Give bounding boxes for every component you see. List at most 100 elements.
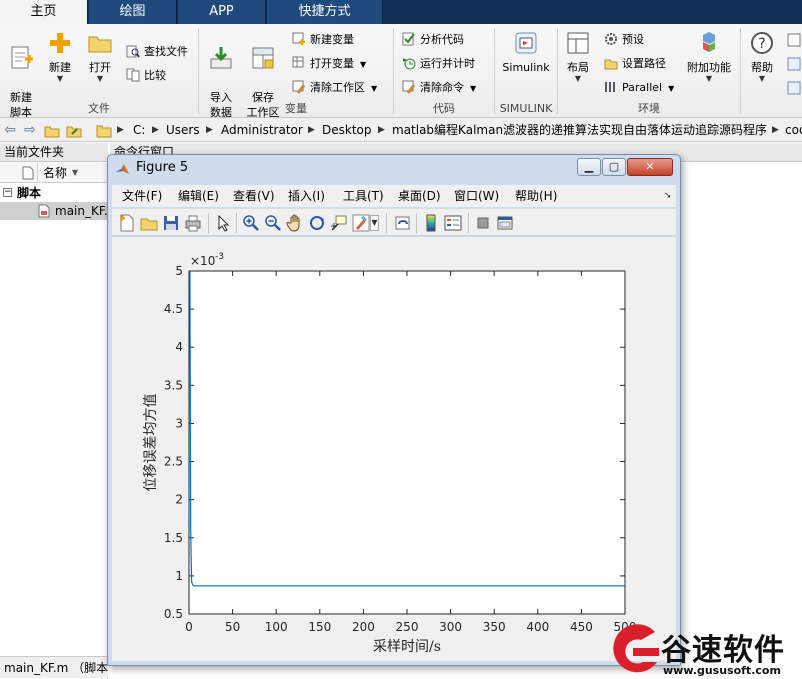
plot-svg[interactable]: 0 50 100 150 200 250 300 350 400 450 5000.511.522.… — [112, 237, 676, 661]
set-path-button[interactable]: 设置路径 — [604, 54, 666, 74]
forward-arrow-icon[interactable]: ⇨ — [22, 122, 38, 138]
menu-insert[interactable]: 插入(I) — [288, 185, 325, 207]
open-variable-button[interactable]: 打开变量 ▼ — [292, 54, 366, 74]
new-button[interactable]: 新建 ▼ — [44, 30, 76, 100]
hide-plot-tools-icon[interactable] — [474, 214, 492, 232]
list-item[interactable]: main_KF.m — [0, 202, 119, 220]
clear-commands-label: 清除命令 — [420, 81, 464, 94]
x-tick-label: 0 — [185, 620, 193, 634]
analyze-code-button[interactable]: 分析代码 — [402, 30, 464, 50]
tab-plots[interactable]: 绘图 — [89, 0, 177, 24]
toolbar-divider — [208, 213, 209, 233]
print-icon[interactable] — [184, 214, 202, 232]
file-type-icon — [22, 166, 34, 180]
help-button[interactable]: ? 帮助 ▼ — [746, 30, 778, 100]
maximize-button[interactable]: ▢ — [602, 158, 626, 176]
menu-help[interactable]: 帮助(H) — [515, 185, 557, 207]
run-and-time-button[interactable]: 运行并计时 — [402, 54, 475, 74]
ribbon-overflow[interactable] — [786, 32, 802, 98]
menu-view[interactable]: 查看(V) — [233, 185, 275, 207]
menu-desktop[interactable]: 桌面(D) — [398, 185, 441, 207]
clear-commands-button[interactable]: 清除命令 ▼ — [402, 78, 476, 98]
brush-icon[interactable] — [352, 214, 370, 232]
parallel-button[interactable]: Parallel ▼ — [604, 78, 674, 98]
chevron-down-icon: ▼ — [574, 74, 582, 83]
zoom-out-icon[interactable] — [264, 214, 282, 232]
save-icon[interactable] — [162, 214, 180, 232]
parallel-icon — [605, 82, 615, 92]
compare-button[interactable]: 比较 — [126, 66, 166, 86]
set-path-label: 设置路径 — [622, 57, 666, 70]
simulink-button[interactable]: Simulink — [500, 30, 552, 100]
colorbar-icon[interactable] — [422, 214, 440, 232]
figure-canvas: 0 50 100 150 200 250 300 350 400 450 500 0.5 1 1.5 2 2.… — [112, 237, 676, 661]
new-figure-icon[interactable] — [118, 214, 136, 232]
show-plot-tools-icon[interactable] — [496, 214, 514, 232]
column-name-header[interactable]: 名称 — [43, 163, 67, 183]
x-tick-label: 450 — [570, 620, 593, 634]
close-button[interactable]: ✕ — [627, 158, 673, 176]
breadcrumb-drive[interactable]: C: — [133, 118, 145, 142]
toolbar-divider — [386, 213, 387, 233]
folder-icon — [88, 36, 112, 53]
x-tick-label: 300 — [439, 620, 462, 634]
sort-down-icon[interactable]: ▼ — [72, 163, 78, 183]
menu-tools[interactable]: 工具(T) — [343, 185, 384, 207]
tree-group-scripts[interactable]: − 脚本 — [0, 184, 108, 202]
preferences-button[interactable]: 预设 — [604, 30, 644, 50]
tree-group-label: 脚本 — [17, 186, 42, 200]
clear-commands-icon — [402, 80, 416, 94]
environment-group-label: 环境 — [638, 102, 660, 115]
overflow-icons — [787, 33, 801, 95]
column-divider — [37, 163, 38, 183]
menu-file[interactable]: 文件(F) — [122, 185, 162, 207]
dock-arrow-icon[interactable]: ➘ — [664, 185, 672, 207]
tab-shortcuts[interactable]: 快捷方式 — [267, 0, 383, 24]
figure-titlebar[interactable]: Figure 5 ▁ ▢ ✕ — [108, 155, 680, 183]
menu-edit[interactable]: 编辑(E) — [178, 185, 219, 207]
code-group-label: 代码 — [433, 102, 455, 115]
save-workspace-button[interactable]: 保存 工作区 — [244, 30, 282, 119]
pan-hand-icon[interactable] — [286, 214, 304, 232]
collapse-icon[interactable]: − — [3, 188, 12, 197]
menu-window[interactable]: 窗口(W) — [454, 185, 499, 207]
data-cursor-icon[interactable] — [330, 214, 348, 232]
open-file-icon[interactable] — [140, 214, 158, 232]
breadcrumb-users[interactable]: Users — [166, 118, 200, 142]
back-arrow-icon[interactable]: ⇦ — [2, 122, 18, 138]
y-exponent-label: ×10 — [190, 254, 215, 268]
breadcrumb-administrator[interactable]: Administrator — [221, 118, 303, 142]
open-button[interactable]: 打开 ▼ — [84, 30, 116, 100]
ribbon-divider — [740, 28, 741, 114]
tab-apps[interactable]: APP — [178, 0, 266, 24]
run-and-time-icon — [403, 58, 416, 70]
svg-text:?: ? — [758, 36, 765, 52]
clear-workspace-button[interactable]: 清除工作区 ▼ — [292, 78, 377, 98]
tab-home[interactable]: 主页 — [0, 0, 88, 24]
zoom-in-icon[interactable] — [242, 214, 260, 232]
breadcrumb-code[interactable]: cod — [785, 118, 802, 142]
browse-folder-icon[interactable] — [66, 122, 82, 138]
layout-button[interactable]: 布局 ▼ — [563, 30, 593, 100]
find-files-button[interactable]: 查找文件 — [126, 42, 188, 62]
minimize-button[interactable]: ▁ — [577, 158, 601, 176]
watermark-url: www.gususoft.com — [663, 664, 781, 677]
addons-label: 附加功能 — [687, 61, 731, 74]
addons-button[interactable]: 附加功能 ▼ — [684, 30, 734, 100]
toolstrip-tabbar: 主页 绘图 APP 快捷方式 — [0, 0, 802, 24]
brush-dropdown-icon[interactable]: ▼ — [370, 215, 379, 231]
up-folder-icon[interactable] — [44, 122, 60, 138]
new-variable-button[interactable]: 新建变量 — [292, 30, 354, 50]
breadcrumb-desktop[interactable]: Desktop — [322, 118, 372, 142]
new-script-button[interactable]: 新建 脚本 — [4, 30, 38, 119]
pointer-icon[interactable] — [214, 214, 232, 232]
legend-icon[interactable] — [444, 214, 462, 232]
plus-icon — [50, 33, 70, 53]
x-tick-label: 200 — [352, 620, 375, 634]
breadcrumb-project-folder[interactable]: matlab编程Kalman滤波器的递推算法实现自由落体运动追踪源码程序 — [392, 118, 767, 142]
new-variable-icon — [292, 32, 305, 45]
link-plot-icon[interactable] — [394, 214, 412, 232]
import-data-button[interactable]: 导入 数据 — [204, 30, 238, 119]
compare-icon — [126, 68, 140, 82]
rotate-3d-icon[interactable] — [308, 214, 326, 232]
